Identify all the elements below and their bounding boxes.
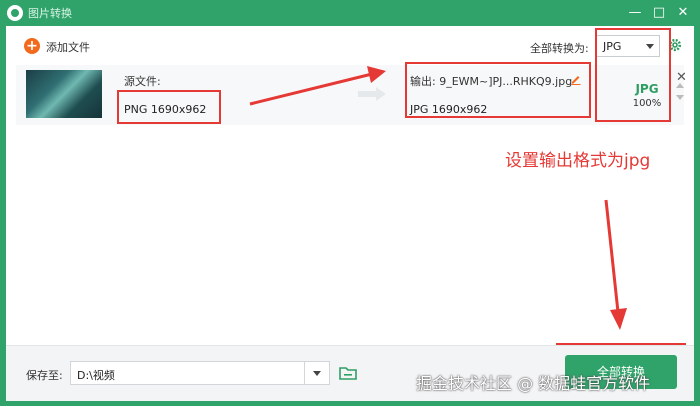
chevron-down-icon[interactable] xyxy=(313,371,321,376)
folder-icon[interactable] xyxy=(339,365,357,381)
save-to-label: 保存至: xyxy=(26,369,63,382)
save-path-select[interactable]: D:\视频 xyxy=(70,361,330,385)
path-divider xyxy=(304,362,305,384)
watermark: 掘金技术社区 @ 数据蛙官方软件 xyxy=(416,374,651,393)
save-path-value: D:\视频 xyxy=(77,369,115,382)
annotation-text: 设置输出格式为jpg xyxy=(505,151,651,171)
